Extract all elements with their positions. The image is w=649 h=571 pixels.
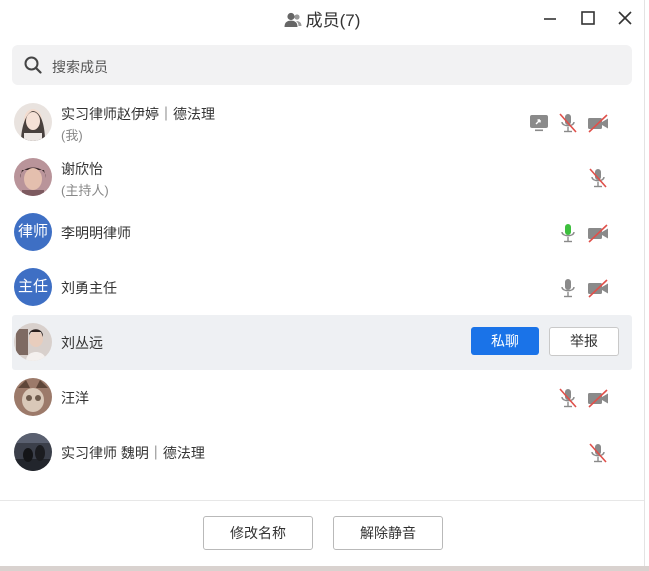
member-row[interactable]: 实习律师 魏明｜德法理 <box>12 425 632 480</box>
avatar: 律师 <box>14 213 52 251</box>
footer-divider <box>0 500 644 501</box>
title-bar: 成员(7) <box>0 0 644 36</box>
mic-muted-icon <box>587 167 609 189</box>
avatar <box>14 378 52 416</box>
camera-off-icon <box>587 277 609 299</box>
mic-muted-icon <box>557 387 579 409</box>
member-row[interactable]: 汪洋 <box>12 370 632 425</box>
member-row[interactable]: 律师 李明明律师 <box>12 205 632 260</box>
search-icon <box>24 56 42 79</box>
member-row[interactable]: 实习律师赵伊婷｜德法理 (我) <box>12 95 632 150</box>
camera-off-icon <box>587 222 609 244</box>
mic-icon <box>557 277 579 299</box>
avatar <box>14 103 52 141</box>
mic-active-icon <box>557 222 579 244</box>
avatar: 主任 <box>14 268 52 306</box>
members-window: 成员(7) 搜索成员 实习律师赵伊婷｜德法理 (我) 谢欣怡 (主持人) 律师 … <box>0 0 645 567</box>
unmute-button[interactable]: 解除静音 <box>333 516 443 550</box>
window-title-text: 成员(7) <box>305 11 361 30</box>
members-icon <box>284 12 302 33</box>
mic-muted-icon <box>557 112 579 134</box>
camera-off-icon <box>587 112 609 134</box>
member-name: 刘丛远 <box>61 335 103 351</box>
member-role: (主持人) <box>61 183 109 198</box>
background-strip <box>0 566 649 571</box>
screen-share-icon <box>528 112 550 134</box>
search-input[interactable]: 搜索成员 <box>12 45 632 85</box>
search-placeholder: 搜索成员 <box>52 59 108 75</box>
rename-button[interactable]: 修改名称 <box>203 516 313 550</box>
mic-muted-icon <box>587 442 609 464</box>
report-button[interactable]: 举报 <box>549 327 619 356</box>
close-button[interactable] <box>615 8 635 28</box>
member-row-hovered[interactable]: 刘丛远 私聊 举报 <box>12 315 632 370</box>
camera-off-icon <box>587 387 609 409</box>
member-row[interactable]: 主任 刘勇主任 <box>12 260 632 315</box>
member-name: 实习律师 魏明｜德法理 <box>61 445 205 461</box>
member-name: 实习律师赵伊婷｜德法理 <box>61 106 215 122</box>
member-name: 刘勇主任 <box>61 280 117 296</box>
minimize-button[interactable] <box>540 8 560 28</box>
avatar <box>14 433 52 471</box>
member-role: (我) <box>61 128 83 143</box>
maximize-button[interactable] <box>578 8 598 28</box>
avatar <box>14 158 52 196</box>
member-row[interactable]: 谢欣怡 (主持人) <box>12 150 632 205</box>
private-chat-button[interactable]: 私聊 <box>471 327 539 355</box>
member-name: 谢欣怡 <box>61 161 103 177</box>
avatar <box>14 323 52 361</box>
member-name: 汪洋 <box>61 390 89 406</box>
member-name: 李明明律师 <box>61 225 131 241</box>
